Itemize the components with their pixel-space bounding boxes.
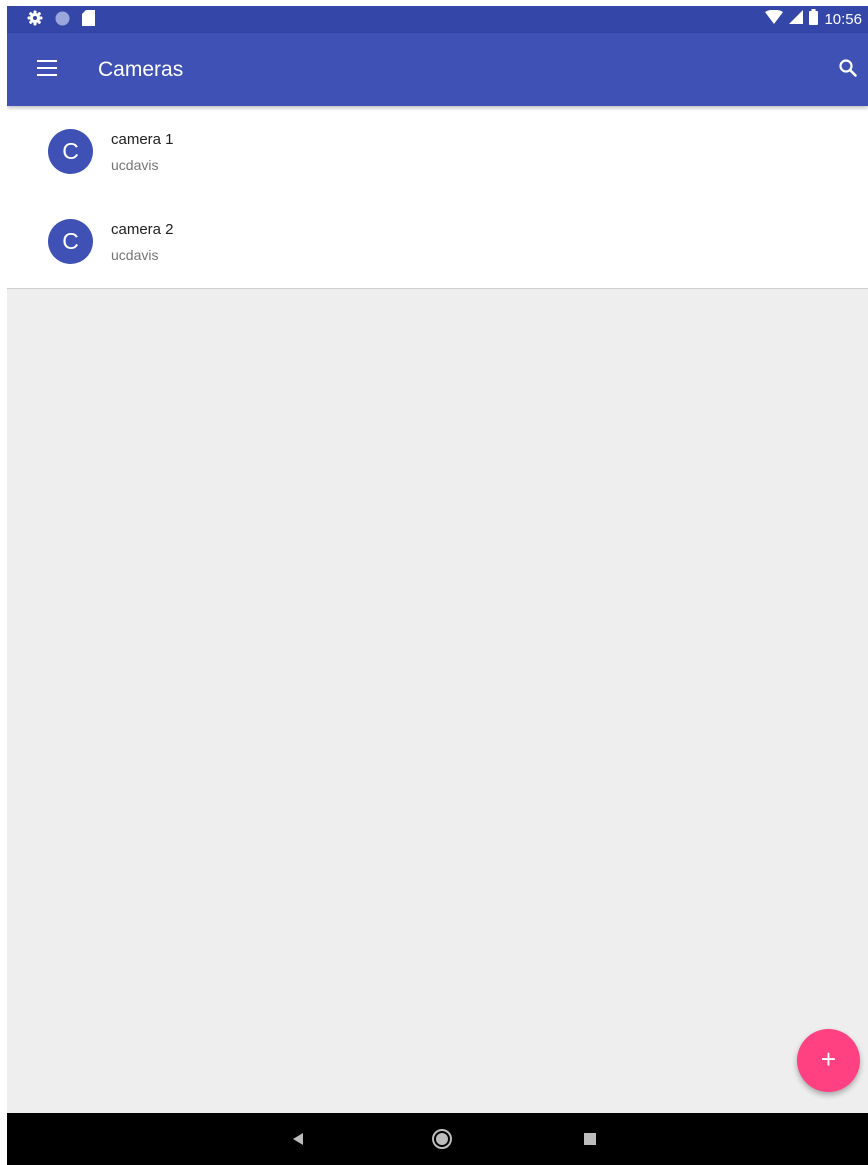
add-camera-button[interactable]: + [797,1029,860,1092]
add-icon: + [820,1044,837,1074]
camera-name: camera 2 [111,221,174,238]
android-screen: 10:56 Cameras C camera 1 ucdavis C camer… [7,6,868,1165]
circle-icon [55,11,70,31]
status-time: 10:56 [824,11,862,28]
back-icon[interactable] [286,1127,310,1151]
search-icon[interactable] [836,56,860,80]
page-title: Cameras [98,58,184,81]
navigation-bar [7,1113,868,1165]
signal-icon [789,10,804,29]
camera-subtitle: ucdavis [111,157,159,173]
status-bar: 10:56 [7,6,868,33]
list-item-camera-2[interactable]: C camera 2 ucdavis [7,196,868,286]
battery-icon [809,9,819,30]
sd-card-icon [82,10,95,31]
menu-icon[interactable] [37,60,57,76]
wifi-icon [765,9,784,29]
camera-list: C camera 1 ucdavis C camera 2 ucdavis [7,106,868,289]
camera-name: camera 1 [111,131,174,148]
camera-subtitle: ucdavis [111,247,159,263]
list-item-camera-1[interactable]: C camera 1 ucdavis [7,106,868,196]
avatar: C [48,129,93,174]
settings-icon [27,10,43,31]
home-icon[interactable] [430,1127,454,1151]
recents-icon[interactable] [578,1127,602,1151]
app-bar: Cameras [7,33,868,106]
avatar: C [48,219,93,264]
